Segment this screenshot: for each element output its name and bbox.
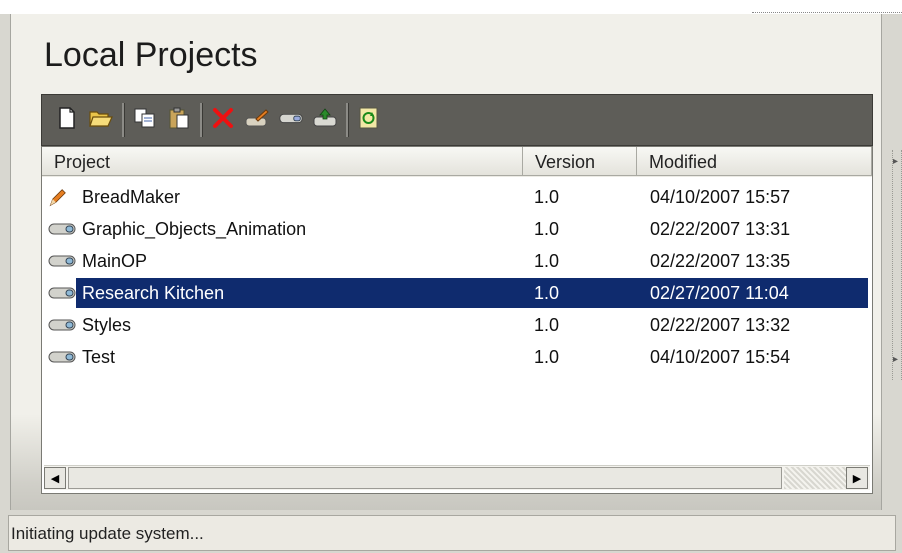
toolbar-separator	[200, 103, 203, 137]
toolbar	[41, 94, 873, 146]
column-header-version[interactable]: Version	[523, 147, 637, 176]
projects-list: Project Version Modified BreadMaker 1.0 …	[41, 146, 873, 494]
update-button[interactable]	[356, 105, 382, 131]
copy-icon	[134, 108, 155, 128]
project-row[interactable]: MainOP 1.0 02/22/2007 13:35	[42, 245, 872, 277]
scrollbar-thumb[interactable]	[68, 467, 782, 489]
local-projects-panel: Local Projects Project Version Modified …	[10, 14, 882, 510]
top-border	[0, 0, 902, 14]
status-text: Initiating update system...	[11, 524, 204, 543]
project-version: 1.0	[534, 347, 560, 367]
project-modified: 02/22/2007 13:31	[650, 219, 791, 239]
paste-icon	[169, 107, 189, 129]
toolbar-separator	[346, 103, 349, 137]
chevron-left-icon: ◀	[50, 472, 60, 485]
project-properties-button[interactable]	[278, 105, 304, 131]
horizontal-scrollbar[interactable]: ◀ ▶	[44, 465, 870, 490]
tab-strip-edge	[752, 0, 902, 13]
project-name: Test	[82, 347, 116, 367]
delete-button[interactable]	[210, 105, 236, 131]
project-name: Graphic_Objects_Animation	[82, 219, 307, 239]
update-icon	[359, 107, 378, 129]
project-name: BreadMaker	[82, 187, 181, 207]
scroll-left-button[interactable]: ◀	[44, 467, 66, 489]
project-version: 1.0	[534, 315, 560, 335]
project-version: 1.0	[534, 187, 560, 207]
open-project-button[interactable]	[88, 105, 114, 131]
expand-arrow-icon[interactable]: ▸	[893, 156, 898, 167]
project-name: Styles	[82, 315, 132, 335]
chevron-right-icon: ▶	[852, 472, 862, 485]
list-header: Project Version Modified	[42, 147, 872, 177]
project-icon	[48, 223, 76, 235]
paste-button[interactable]	[166, 105, 192, 131]
pencil-icon	[49, 189, 66, 207]
project-modified: 04/10/2007 15:54	[650, 347, 791, 367]
page-title: Local Projects	[44, 36, 258, 74]
project-icon	[48, 255, 76, 267]
project-version: 1.0	[534, 251, 560, 271]
project-icon	[48, 351, 76, 363]
project-row-selected[interactable]: Research Kitchen 1.0 02/27/2007 11:04	[42, 277, 872, 309]
project-row[interactable]: Test 1.0 04/10/2007 15:54	[42, 341, 872, 373]
project-row[interactable]: Graphic_Objects_Animation 1.0 02/22/2007…	[42, 213, 872, 245]
project-version: 1.0	[534, 219, 560, 239]
delete-icon	[213, 108, 233, 128]
project-icon	[48, 287, 76, 299]
scrollbar-track[interactable]	[784, 467, 846, 489]
toolbar-separator	[122, 103, 125, 137]
expand-arrow-icon[interactable]: ▸	[893, 354, 898, 365]
new-project-icon	[59, 107, 75, 129]
new-project-button[interactable]	[54, 105, 80, 131]
project-modified: 02/22/2007 13:32	[650, 315, 791, 335]
export-project-button[interactable]	[312, 105, 338, 131]
project-name: Research Kitchen	[82, 283, 225, 303]
splitter-grip[interactable]	[892, 150, 902, 380]
edit-project-icon	[245, 109, 269, 127]
project-properties-icon	[279, 113, 303, 124]
copy-button[interactable]	[132, 105, 158, 131]
project-row[interactable]: Styles 1.0 02/22/2007 13:32	[42, 309, 872, 341]
project-icon	[48, 319, 76, 331]
project-name: MainOP	[82, 251, 148, 271]
export-project-icon	[313, 108, 337, 127]
edit-project-button[interactable]	[244, 105, 270, 131]
scroll-right-button[interactable]: ▶	[846, 467, 868, 489]
project-modified: 02/27/2007 11:04	[650, 283, 789, 303]
column-header-project[interactable]: Project	[42, 147, 523, 176]
open-folder-icon	[89, 111, 113, 127]
status-bar: Initiating update system...	[8, 515, 896, 551]
project-modified: 02/22/2007 13:35	[650, 251, 791, 271]
column-header-modified[interactable]: Modified	[637, 147, 872, 176]
project-version: 1.0	[534, 283, 560, 303]
project-row[interactable]: BreadMaker 1.0 04/10/2007 15:57	[42, 181, 872, 213]
project-modified: 04/10/2007 15:57	[650, 187, 791, 207]
